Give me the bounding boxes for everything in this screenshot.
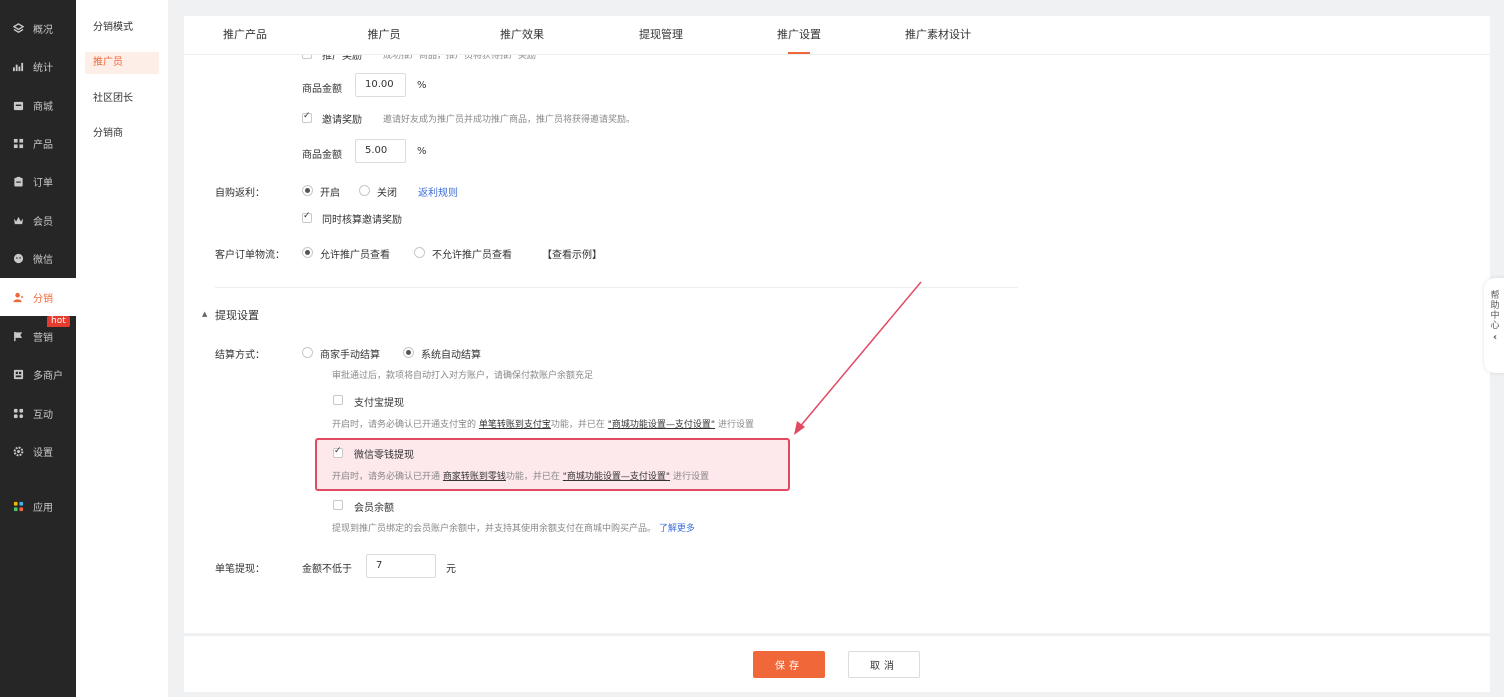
flag-icon	[13, 331, 24, 342]
clipboard-icon	[13, 176, 24, 187]
nav-item-overview[interactable]: 概况	[0, 9, 76, 47]
help-center-tab[interactable]: 帮助中心 ‹	[1484, 278, 1504, 373]
main-sidebar: 概况 统计 商城 产品 订单 会员 微信 分销 营销 多商户 互动 设置 应用 …	[0, 0, 76, 697]
grid-icon	[13, 138, 24, 149]
save-button[interactable]: 保存	[753, 651, 825, 678]
shop-icon	[13, 369, 24, 380]
layers-icon	[13, 22, 24, 34]
tab-promotion-settings[interactable]: 推广设置	[777, 16, 821, 54]
annotation-arrow	[794, 281, 922, 435]
subnav-item-community-leader[interactable]: 社区团长	[85, 88, 159, 110]
sub-sidebar: 分销模式 推广员 社区团长 分销商	[76, 0, 168, 697]
nav-item-products[interactable]: 产品	[0, 124, 76, 162]
help-center-label: 帮助中心	[1490, 291, 1500, 331]
subnav-item-distributor[interactable]: 分销商	[85, 123, 159, 145]
tab-promotion-effect[interactable]: 推广效果	[500, 16, 544, 54]
main-panel: 推广产品 推广员 推广效果 提现管理 推广设置 推广素材设计 推广奖励 成功推广…	[184, 16, 1490, 633]
hot-badge: hot	[47, 316, 70, 327]
cancel-button[interactable]: 取消	[848, 651, 920, 678]
subnav-item-promoter[interactable]: 推广员	[85, 52, 159, 74]
tab-bar: 推广产品 推广员 推广效果 提现管理 推广设置 推广素材设计	[184, 16, 1490, 55]
nav-item-apps[interactable]: 应用	[0, 487, 76, 525]
nav-item-interaction[interactable]: 互动	[0, 394, 76, 432]
tab-material-design[interactable]: 推广素材设计	[905, 16, 971, 54]
store-icon	[13, 100, 24, 111]
nav-item-orders[interactable]: 订单	[0, 162, 76, 200]
gear-icon	[13, 446, 24, 457]
tab-promoted-products[interactable]: 推广产品	[223, 16, 267, 54]
nav-item-distribution[interactable]: 分销	[0, 278, 76, 316]
nav-item-multi-merchant[interactable]: 多商户	[0, 355, 76, 393]
subnav-item-distribution-mode[interactable]: 分销模式	[85, 17, 159, 39]
wechat-icon	[13, 253, 24, 264]
crown-icon	[13, 215, 24, 226]
chart-icon	[13, 61, 24, 72]
tab-withdraw-management[interactable]: 提现管理	[639, 16, 683, 54]
nav-item-wechat[interactable]: 微信	[0, 239, 76, 277]
nav-item-settings[interactable]: 设置	[0, 432, 76, 470]
footer-bar: 保存 取消	[184, 635, 1490, 692]
user-share-icon	[13, 292, 24, 303]
nav-item-mall[interactable]: 商城	[0, 86, 76, 124]
nav-item-stats[interactable]: 统计	[0, 47, 76, 85]
apps-icon	[13, 408, 24, 419]
chevron-left-icon: ‹	[1492, 332, 1498, 343]
tab-promoters[interactable]: 推广员	[368, 16, 401, 54]
colorful-apps-icon	[13, 501, 24, 512]
nav-item-members[interactable]: 会员	[0, 201, 76, 239]
